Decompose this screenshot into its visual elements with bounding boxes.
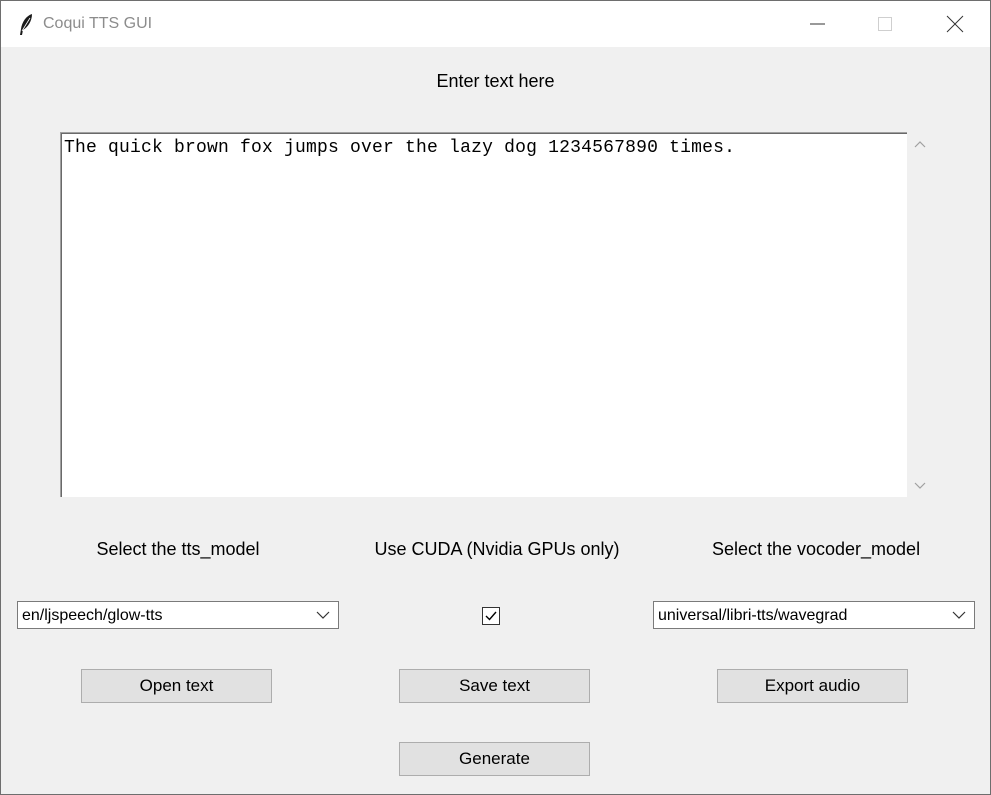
vocoder-model-label: Select the vocoder_model (711, 539, 921, 559)
export-audio-button[interactable]: Export audio (717, 669, 908, 703)
window-title: Coqui TTS GUI (43, 15, 153, 32)
vertical-scrollbar[interactable] (908, 132, 932, 496)
text-input-content[interactable]: The quick brown fox jumps over the lazy … (64, 138, 903, 158)
generate-button[interactable]: Generate (399, 742, 590, 776)
checkmark-icon (485, 611, 497, 621)
feather-icon (17, 13, 35, 37)
maximize-button[interactable] (855, 1, 915, 47)
minimize-button[interactable] (787, 1, 847, 47)
save-text-button[interactable]: Save text (399, 669, 590, 703)
vocoder-model-value: universal/libri-tts/wavegrad (658, 607, 848, 624)
title-bar[interactable]: Coqui TTS GUI (1, 1, 990, 47)
tts-model-value: en/ljspeech/glow-tts (22, 607, 163, 624)
chevron-down-icon (952, 611, 966, 619)
vocoder-model-dropdown[interactable]: universal/libri-tts/wavegrad (653, 601, 975, 629)
scroll-down-icon[interactable] (914, 480, 926, 490)
app-window: Coqui TTS GUI Enter text here The quick … (0, 0, 991, 795)
open-text-button[interactable]: Open text (81, 669, 272, 703)
minimize-icon (810, 23, 825, 25)
cuda-label: Use CUDA (Nvidia GPUs only) (374, 539, 620, 559)
chevron-down-icon (316, 611, 330, 619)
scroll-up-icon[interactable] (914, 140, 926, 150)
text-input-area[interactable]: The quick brown fox jumps over the lazy … (60, 132, 907, 497)
maximize-icon (878, 17, 892, 31)
close-icon (946, 15, 964, 33)
tts-model-label: Select the tts_model (96, 539, 260, 559)
close-button[interactable] (925, 1, 985, 47)
prompt-label: Enter text here (436, 71, 555, 91)
tts-model-dropdown[interactable]: en/ljspeech/glow-tts (17, 601, 339, 629)
cuda-checkbox[interactable] (482, 607, 500, 625)
